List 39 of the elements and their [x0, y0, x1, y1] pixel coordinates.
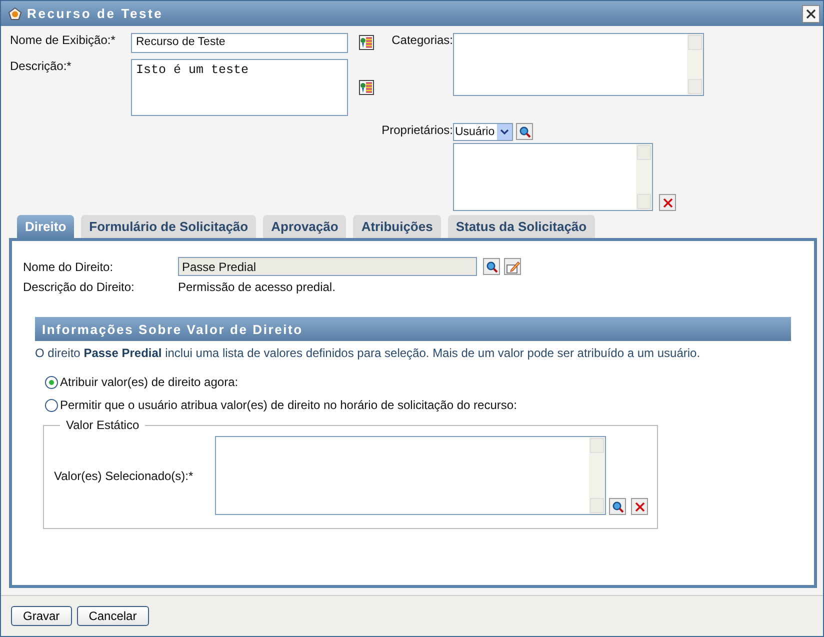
delete-button[interactable]	[659, 194, 676, 211]
field-label: Descrição do Direito:	[23, 280, 136, 294]
list-icon	[359, 35, 374, 50]
field-label: Categorias:	[390, 33, 453, 47]
field-label: Nome de Exibição:*	[10, 33, 116, 47]
close-icon	[805, 8, 817, 20]
delete-button[interactable]	[631, 498, 648, 515]
search-button[interactable]	[483, 258, 500, 275]
field-label: Proprietários:	[380, 123, 453, 137]
scrollbar[interactable]	[589, 437, 605, 514]
field-label: Nome do Direito:	[23, 260, 114, 274]
radio-option[interactable]: Atribuir valor(es) de direito agora:	[45, 375, 238, 389]
caret-icon	[500, 129, 509, 135]
tab[interactable]: Status da Solicitação	[448, 215, 595, 238]
list-box[interactable]	[453, 33, 704, 96]
search-button[interactable]	[609, 498, 626, 515]
save-button[interactable]: Gravar	[11, 606, 72, 626]
scrollbar[interactable]	[636, 144, 652, 210]
tab[interactable]: Formulário de Solicitação	[81, 215, 256, 238]
fieldset-legend: Valor Estático	[60, 418, 146, 432]
radio-option[interactable]: Permitir que o usuário atribua valor(es) de direito no horário de solicitação do recurso:	[45, 398, 517, 412]
field-label: Valor(es) Selecionado(s):*	[54, 468, 194, 482]
cancel-button[interactable]: Cancelar	[76, 606, 149, 626]
type-select[interactable]: Usuário	[453, 123, 513, 141]
text-field[interactable]: Recurso de Teste	[131, 33, 348, 53]
scrollbar[interactable]	[687, 34, 703, 95]
info-text: O direito Passe Predial inclui uma lista de valores definidos para seleção. Mais de um valor pode ser atribuído a um usuário.	[35, 346, 702, 360]
window-title: Recurso de Teste	[27, 6, 164, 21]
section-header: Informações Sobre Valor de Direito	[35, 317, 791, 341]
close-button[interactable]	[802, 4, 820, 22]
edit-button[interactable]	[504, 258, 521, 275]
field-value: Permissão de acesso predial.	[178, 280, 336, 294]
tab[interactable]: Atribuições	[353, 215, 441, 238]
list-icon	[359, 80, 374, 95]
tab[interactable]: Aprovação	[263, 215, 346, 238]
pentagon-icon	[8, 6, 22, 20]
field-label: Descrição:*	[10, 59, 72, 73]
text-area[interactable]: Isto é um teste	[131, 59, 348, 116]
search-button[interactable]	[516, 123, 533, 140]
